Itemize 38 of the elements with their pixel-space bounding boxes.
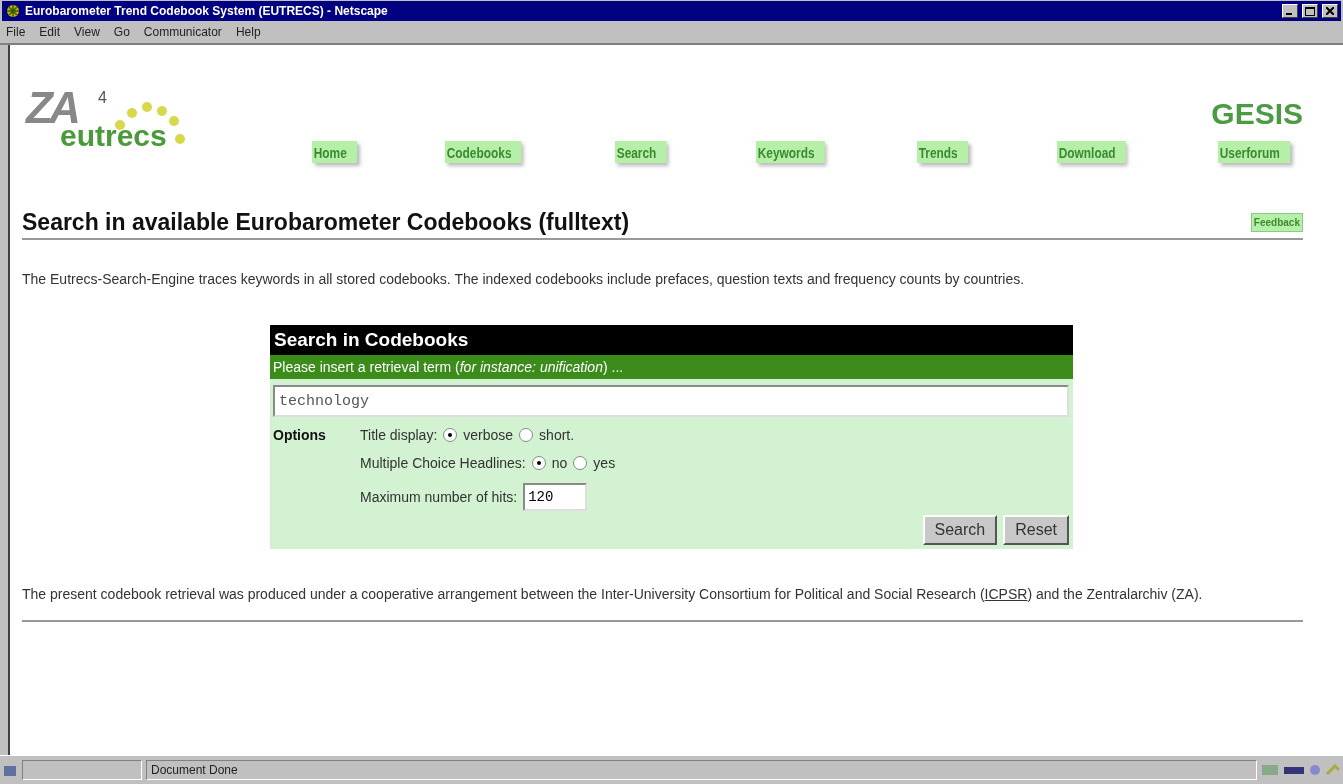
maximize-icon: [1305, 6, 1315, 16]
radio-button[interactable]: [519, 428, 534, 442]
close-icon: [1326, 7, 1334, 15]
icpsr-link[interactable]: ICPSR: [984, 586, 1028, 602]
page-heading: Search in available Eurobarometer Codebooks (fulltext): [22, 209, 630, 236]
logo: ZA 4 eutrecs: [22, 85, 212, 165]
radio-label: yes: [593, 455, 616, 471]
radio-button[interactable]: [443, 428, 458, 442]
search-field[interactable]: technology: [273, 385, 1069, 417]
reset-button[interactable]: Reset: [1003, 515, 1069, 545]
menu-item[interactable]: Edit: [39, 25, 61, 39]
search-button[interactable]: Search: [922, 515, 998, 545]
minimize-button[interactable]: [1282, 4, 1298, 18]
brand-name: GESIS: [1211, 97, 1303, 131]
option-label: Title display:: [360, 427, 438, 443]
menu-item[interactable]: Help: [235, 25, 261, 39]
menu-item[interactable]: Communicator: [143, 25, 222, 39]
intro-text: The Eutrecs-Search-Engine traces keywords in all stored codebooks. The indexed codebooks include prefaces, question texts and frequency counts by countries.: [22, 270, 1026, 289]
radio-button[interactable]: [531, 456, 546, 470]
footer-text: The present codebook retrieval was produced under a cooperative arrangement between the Inter-University Consortium for Political and Social Research (ICPSR) and the Zentralarchiv (ZA).: [22, 585, 1204, 604]
status-text: Document Done: [146, 760, 1257, 780]
option-label: Maximum number of hits:: [360, 489, 518, 505]
menu-item[interactable]: View: [74, 25, 100, 39]
window-title: Eurobarometer Trend Codebook System (EUTRECS) - Netscape: [25, 4, 389, 18]
close-button[interactable]: [1322, 4, 1338, 18]
app-icon: [5, 3, 21, 19]
options-label: Options: [272, 427, 327, 445]
menu-item[interactable]: Go: [113, 25, 130, 39]
maximize-button[interactable]: [1302, 4, 1318, 18]
radio-label: short.: [539, 427, 575, 443]
form-title: Search in Codebooks: [270, 325, 1073, 355]
menu-item[interactable]: File: [6, 25, 26, 39]
radio-label: no: [551, 455, 568, 471]
form-prompt: Please insert a retrieval term (for instance: unification) ...: [270, 355, 1073, 379]
radio-label: verbose: [463, 427, 514, 443]
hits-field[interactable]: 120: [523, 483, 588, 511]
option-label: Multiple Choice Headlines:: [360, 455, 526, 471]
radio-button[interactable]: [573, 456, 588, 470]
